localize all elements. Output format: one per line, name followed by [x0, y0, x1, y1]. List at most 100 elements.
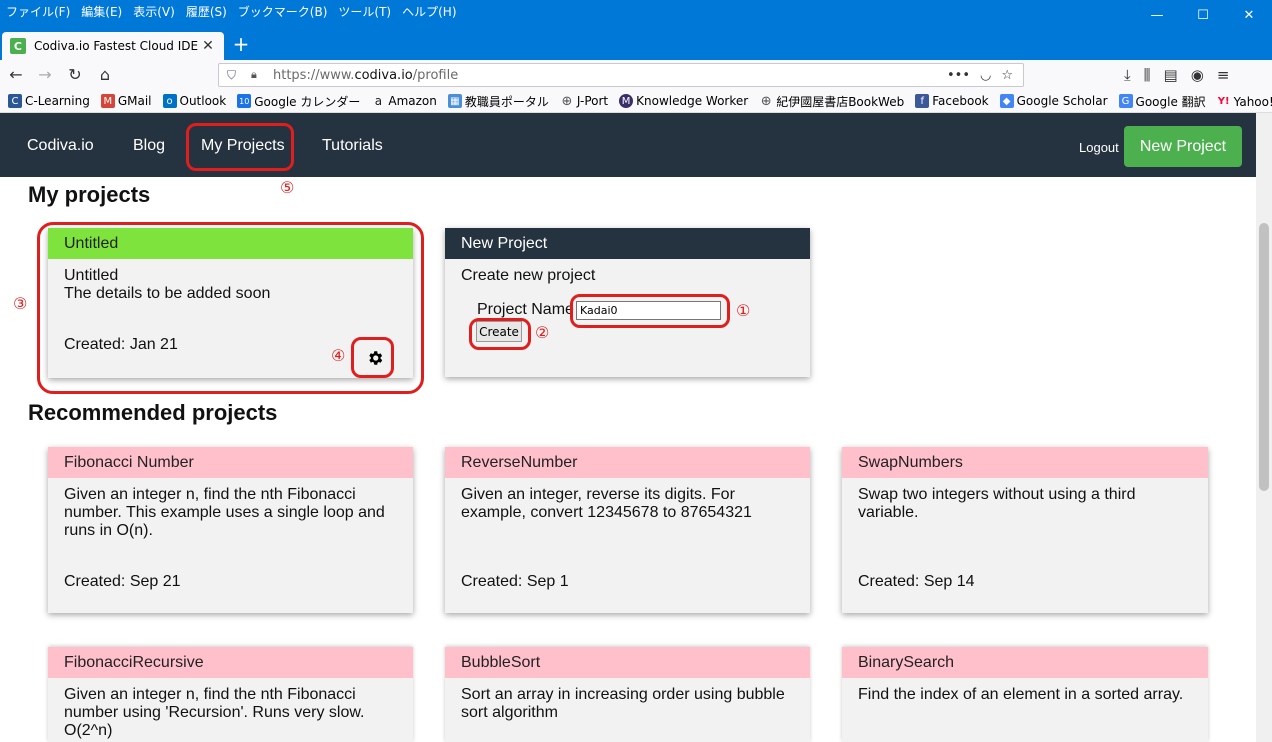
menu-help[interactable]: ヘルプ(H): [402, 3, 456, 20]
nav-blog[interactable]: Blog: [133, 137, 165, 155]
bookmark-amazon[interactable]: a Amazon: [371, 94, 437, 108]
window-controls: — ☐ ✕: [1134, 0, 1272, 30]
sidebar-icon[interactable]: ▤: [1164, 66, 1178, 84]
outlook-icon: o: [162, 94, 177, 108]
recommended-card-description: Find the index of an element in a sorted…: [858, 686, 1184, 703]
minimize-button[interactable]: —: [1134, 0, 1180, 30]
tab-strip: C Codiva.io Fastest Cloud IDE ✕ +: [0, 30, 1272, 60]
bookmark-calendar[interactable]: 10 Google カレンダー: [237, 93, 360, 110]
bookmark-outlook[interactable]: o Outlook: [162, 94, 226, 108]
maximize-button[interactable]: ☐: [1180, 0, 1226, 30]
annotation-number-1: ①: [736, 301, 751, 320]
brand-link[interactable]: Codiva.io: [27, 137, 94, 155]
project-name-label: Project Name: [477, 301, 574, 318]
recommended-card-title[interactable]: BinarySearch: [842, 647, 1208, 678]
annotation-box-my-projects: [186, 123, 294, 171]
bookmark-j-port[interactable]: ⊕ J-Port: [560, 93, 608, 109]
recommended-card[interactable]: FibonacciRecursive Given an integer n, f…: [48, 647, 413, 742]
library-icon[interactable]: ⫼: [1144, 66, 1151, 84]
recommended-card-description: Sort an array in increasing order using …: [461, 686, 785, 721]
globe-icon: ⊕: [561, 93, 573, 109]
translate-icon: G: [1118, 94, 1133, 108]
window-titlebar: ファイル(F) 編集(E) 表示(V) 履歴(S) ブックマーク(B) ツール(…: [0, 0, 1272, 30]
recommended-card-title[interactable]: FibonacciRecursive: [48, 647, 413, 678]
menu-edit[interactable]: 編集(E): [81, 3, 122, 20]
bookmark-portal[interactable]: ▦ 教職員ポータル: [447, 93, 549, 110]
recommended-card[interactable]: SwapNumbers Swap two integers without us…: [842, 447, 1208, 613]
nav-tutorials[interactable]: Tutorials: [322, 137, 383, 155]
new-tab-button[interactable]: +: [230, 34, 252, 56]
reload-icon[interactable]: ↻: [64, 64, 86, 86]
menu-view[interactable]: 表示(V): [133, 3, 175, 20]
bookmark-yahoo-route[interactable]: Y!Yahoo!路線: [1217, 93, 1272, 110]
bookmark-knowledge-worker[interactable]: M Knowledge Worker: [619, 94, 748, 108]
menu-history[interactable]: 履歴(S): [186, 3, 227, 20]
new-project-card-title: New Project: [445, 228, 810, 259]
new-project-subtitle: Create new project: [461, 267, 596, 284]
my-projects-heading: My projects: [28, 182, 151, 207]
menu-icon[interactable]: ≡: [1217, 66, 1230, 84]
scrollbar-thumb[interactable]: [1259, 223, 1269, 491]
bookmark-kinokuniya[interactable]: ⊕ 紀伊國屋書店BookWeb: [759, 93, 904, 110]
recommended-card[interactable]: BubbleSort Sort an array in increasing o…: [445, 647, 810, 742]
download-icon[interactable]: ⤓: [1124, 66, 1131, 84]
recommended-card-title[interactable]: SwapNumbers: [842, 447, 1208, 478]
close-window-button[interactable]: ✕: [1226, 0, 1272, 30]
annotation-box-create: [469, 318, 531, 350]
star-icon[interactable]: ☆: [1001, 68, 1013, 83]
recommended-card[interactable]: Fibonacci Number Given an integer n, fin…: [48, 447, 413, 613]
portal-icon: ▦: [447, 94, 462, 108]
account-icon[interactable]: ◉: [1191, 66, 1204, 84]
annotation-number-3: ③: [13, 294, 28, 313]
menu-tools[interactable]: ツール(T): [338, 3, 391, 20]
bookmarks-bar: C C-Learning M GMail o Outlook 10 Google カレン…: [0, 90, 1272, 113]
annotation-number-2: ②: [535, 323, 550, 342]
menu-bookmarks[interactable]: ブックマーク(B): [238, 3, 328, 20]
more-icon[interactable]: •••: [947, 68, 970, 83]
recommended-card-created: Created: Sep 1: [461, 573, 569, 590]
new-project-button[interactable]: New Project: [1124, 126, 1242, 167]
tracking-shield-icon[interactable]: ⛉: [227, 68, 241, 83]
url-text[interactable]: https://www.codiva.io/profile: [273, 68, 947, 83]
bookmark-gmail[interactable]: M GMail: [100, 94, 152, 108]
facebook-icon: f: [915, 94, 930, 108]
annotation-number-5: ⑤: [280, 178, 295, 197]
globe-icon: ⊕: [760, 93, 772, 109]
forward-icon[interactable]: →: [34, 64, 56, 86]
back-icon[interactable]: ←: [5, 64, 27, 86]
recommended-card-created: Created: Sep 21: [64, 573, 181, 590]
recommended-card-description: Swap two integers without using a third …: [858, 486, 1136, 521]
tab-close-icon[interactable]: ✕: [198, 38, 218, 54]
recommended-card-description: Given an integer, reverse its digits. Fo…: [461, 486, 752, 521]
kw-icon: M: [619, 94, 634, 108]
recommended-card-title[interactable]: BubbleSort: [445, 647, 810, 678]
recommended-heading: Recommended projects: [28, 400, 278, 425]
recommended-card-description: Given an integer n, find the nth Fibonac…: [64, 686, 365, 739]
lock-icon[interactable]: 🔒︎: [251, 68, 265, 82]
codiva-favicon-icon: C: [10, 38, 26, 54]
recommended-card-description: Given an integer n, find the nth Fibonac…: [64, 486, 385, 539]
bookmark-google-translate[interactable]: G Google 翻訳: [1118, 93, 1206, 110]
logout-link[interactable]: Logout: [1079, 140, 1119, 155]
url-bar[interactable]: ⛉ 🔒︎ https://www.codiva.io/profile ••• ◡…: [218, 63, 1024, 87]
recommended-card[interactable]: ReverseNumber Given an integer, reverse …: [445, 447, 810, 613]
recommended-card-title[interactable]: Fibonacci Number: [48, 447, 413, 478]
scholar-icon: ◆: [999, 94, 1014, 108]
browser-tab[interactable]: C Codiva.io Fastest Cloud IDE ✕: [2, 32, 224, 60]
menu-bar: ファイル(F) 編集(E) 表示(V) 履歴(S) ブックマーク(B) ツール(…: [6, 3, 457, 20]
home-icon[interactable]: ⌂: [94, 64, 116, 86]
annotation-box-project-name: [570, 294, 730, 328]
pocket-icon[interactable]: ◡: [980, 68, 991, 83]
bookmark-c-learning[interactable]: C C-Learning: [8, 94, 90, 108]
menu-file[interactable]: ファイル(F): [6, 3, 70, 20]
page-scrollbar[interactable]: [1256, 113, 1272, 742]
bookmark-google-scholar[interactable]: ◆ Google Scholar: [999, 94, 1108, 108]
bookmark-facebook[interactable]: f Facebook: [915, 94, 989, 108]
toolbar-icons: ⤓ ⫼ ▤ ◉ ≡: [1124, 66, 1229, 84]
recommended-card[interactable]: BinarySearch Find the index of an elemen…: [842, 647, 1208, 742]
amazon-icon: a: [374, 94, 383, 108]
calendar-icon: 10: [237, 94, 252, 108]
recommended-card-created: Created: Sep 14: [858, 573, 975, 590]
recommended-card-title[interactable]: ReverseNumber: [445, 447, 810, 478]
annotation-box-gear: [351, 337, 394, 378]
